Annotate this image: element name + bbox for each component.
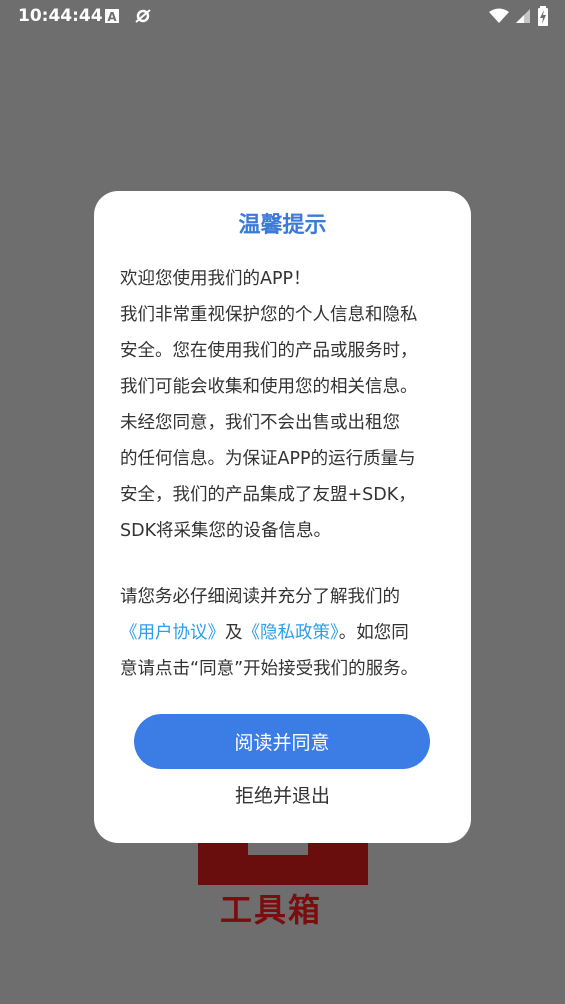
status-time: 10:44:44 [18, 6, 103, 26]
privacy-policy-link[interactable]: 《隐私政策》 [243, 623, 339, 643]
dialog-title: 温馨提示 [238, 213, 327, 238]
background-logo: 工具箱 [196, 835, 370, 929]
body-line: 请您务必仔细阅读并充分了解我们的 [120, 587, 400, 607]
body-line: 的任何信息。为保证APP的运行质量与 [120, 449, 416, 469]
logo-text: 工具箱 [220, 891, 323, 929]
body-line: 安全，我们的产品集成了友盟+SDK， [120, 485, 416, 505]
sync-off-icon [134, 8, 152, 29]
body-line: SDK将采集您的设备信息。 [120, 521, 332, 541]
user-agreement-link[interactable]: 《用户协议》 [120, 623, 225, 643]
body-line-links: 《用户协议》及《隐私政策》。如您同 [120, 615, 450, 651]
body-line: 我们可能会收集和使用您的相关信息。 [120, 377, 418, 397]
body-text: 。如您同 [338, 623, 409, 643]
wifi-icon [489, 8, 509, 24]
font-a-icon: A [104, 8, 120, 29]
signal-icon [515, 8, 531, 24]
status-left-icons: A [104, 8, 152, 29]
status-bar: 10:44:44 A [0, 0, 565, 34]
body-line: 我们非常重视保护您的个人信息和隐私 [120, 305, 418, 325]
agree-button[interactable]: 阅读并同意 [134, 714, 430, 769]
body-line: 意请点击“同意”开始接受我们的服务。 [120, 659, 419, 679]
decline-button[interactable]: 拒绝并退出 [94, 781, 471, 808]
body-line: 安全。您在使用我们的产品或服务时， [120, 341, 418, 361]
svg-text:A: A [107, 10, 117, 24]
body-line: 欢迎您使用我们的APP！ [120, 269, 311, 289]
body-line: 未经您同意，我们不会出售或出租您 [120, 413, 400, 433]
status-right-icons [489, 6, 549, 26]
dialog-body: 欢迎您使用我们的APP！ 我们非常重视保护您的个人信息和隐私 安全。您在使用我们… [120, 261, 450, 687]
privacy-dialog: 温馨提示 欢迎您使用我们的APP！ 我们非常重视保护您的个人信息和隐私 安全。您… [94, 191, 471, 843]
battery-charging-icon [537, 6, 549, 26]
and-text: 及 [225, 623, 243, 643]
